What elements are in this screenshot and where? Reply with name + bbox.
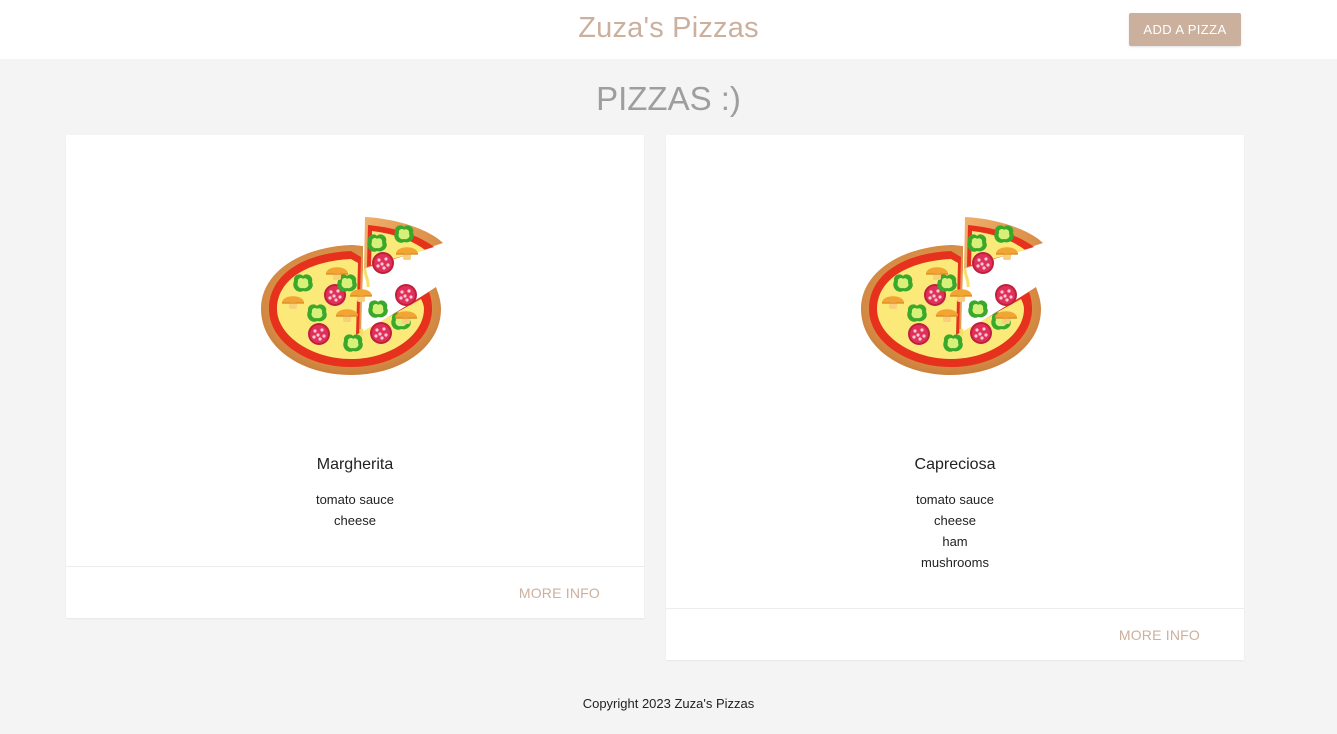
top-navbar: Zuza's Pizzas ADD A PIZZA	[0, 0, 1337, 59]
footer-copyright: Copyright 2023 Zuza's Pizzas	[582, 696, 755, 711]
pizza-name: Margherita	[316, 456, 394, 473]
ingredient-list: tomato sauce cheese	[66, 489, 644, 531]
ingredient-item: cheese	[934, 513, 976, 528]
card-divider	[66, 566, 644, 567]
ingredient-item: ham	[942, 534, 968, 549]
more-info-link[interactable]: MORE INFO	[1119, 627, 1200, 643]
pizza-card: Capreciosa tomato sauce cheese ham mushr…	[666, 135, 1244, 660]
ingredient-list: tomato sauce cheese ham mushrooms	[666, 489, 1244, 573]
pizza-card: Margherita tomato sauce cheese MORE INFO	[66, 135, 644, 618]
page-title: PIZZAS :)	[596, 80, 741, 117]
ingredient-item: cheese	[334, 513, 376, 528]
add-pizza-button[interactable]: ADD A PIZZA	[1129, 13, 1241, 46]
pizza-name: Capreciosa	[914, 456, 996, 473]
ingredient-item: tomato sauce	[915, 492, 995, 507]
pizza-icon	[261, 217, 447, 377]
ingredient-item: tomato sauce	[315, 492, 395, 507]
pizza-icon	[861, 217, 1047, 377]
ingredient-item: mushrooms	[921, 555, 989, 570]
card-divider	[666, 608, 1244, 609]
more-info-link[interactable]: MORE INFO	[519, 585, 600, 601]
